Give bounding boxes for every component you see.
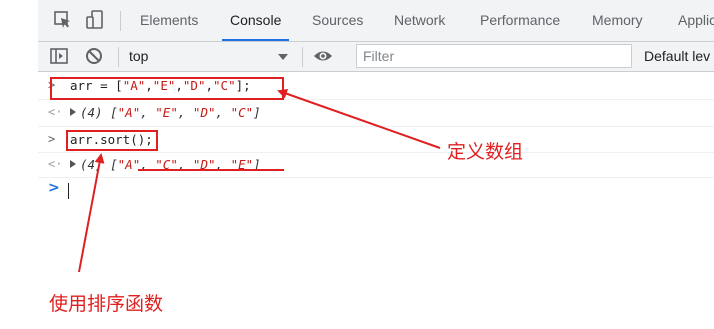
annotation-label-use-sort: 使用排序函数	[49, 293, 164, 315]
annotation-arrow-define	[277, 88, 441, 149]
annotation-arrows	[78, 88, 441, 273]
annotation-arrow-sort	[78, 153, 105, 273]
annotation-label-define-array: 定义数组	[447, 141, 524, 163]
